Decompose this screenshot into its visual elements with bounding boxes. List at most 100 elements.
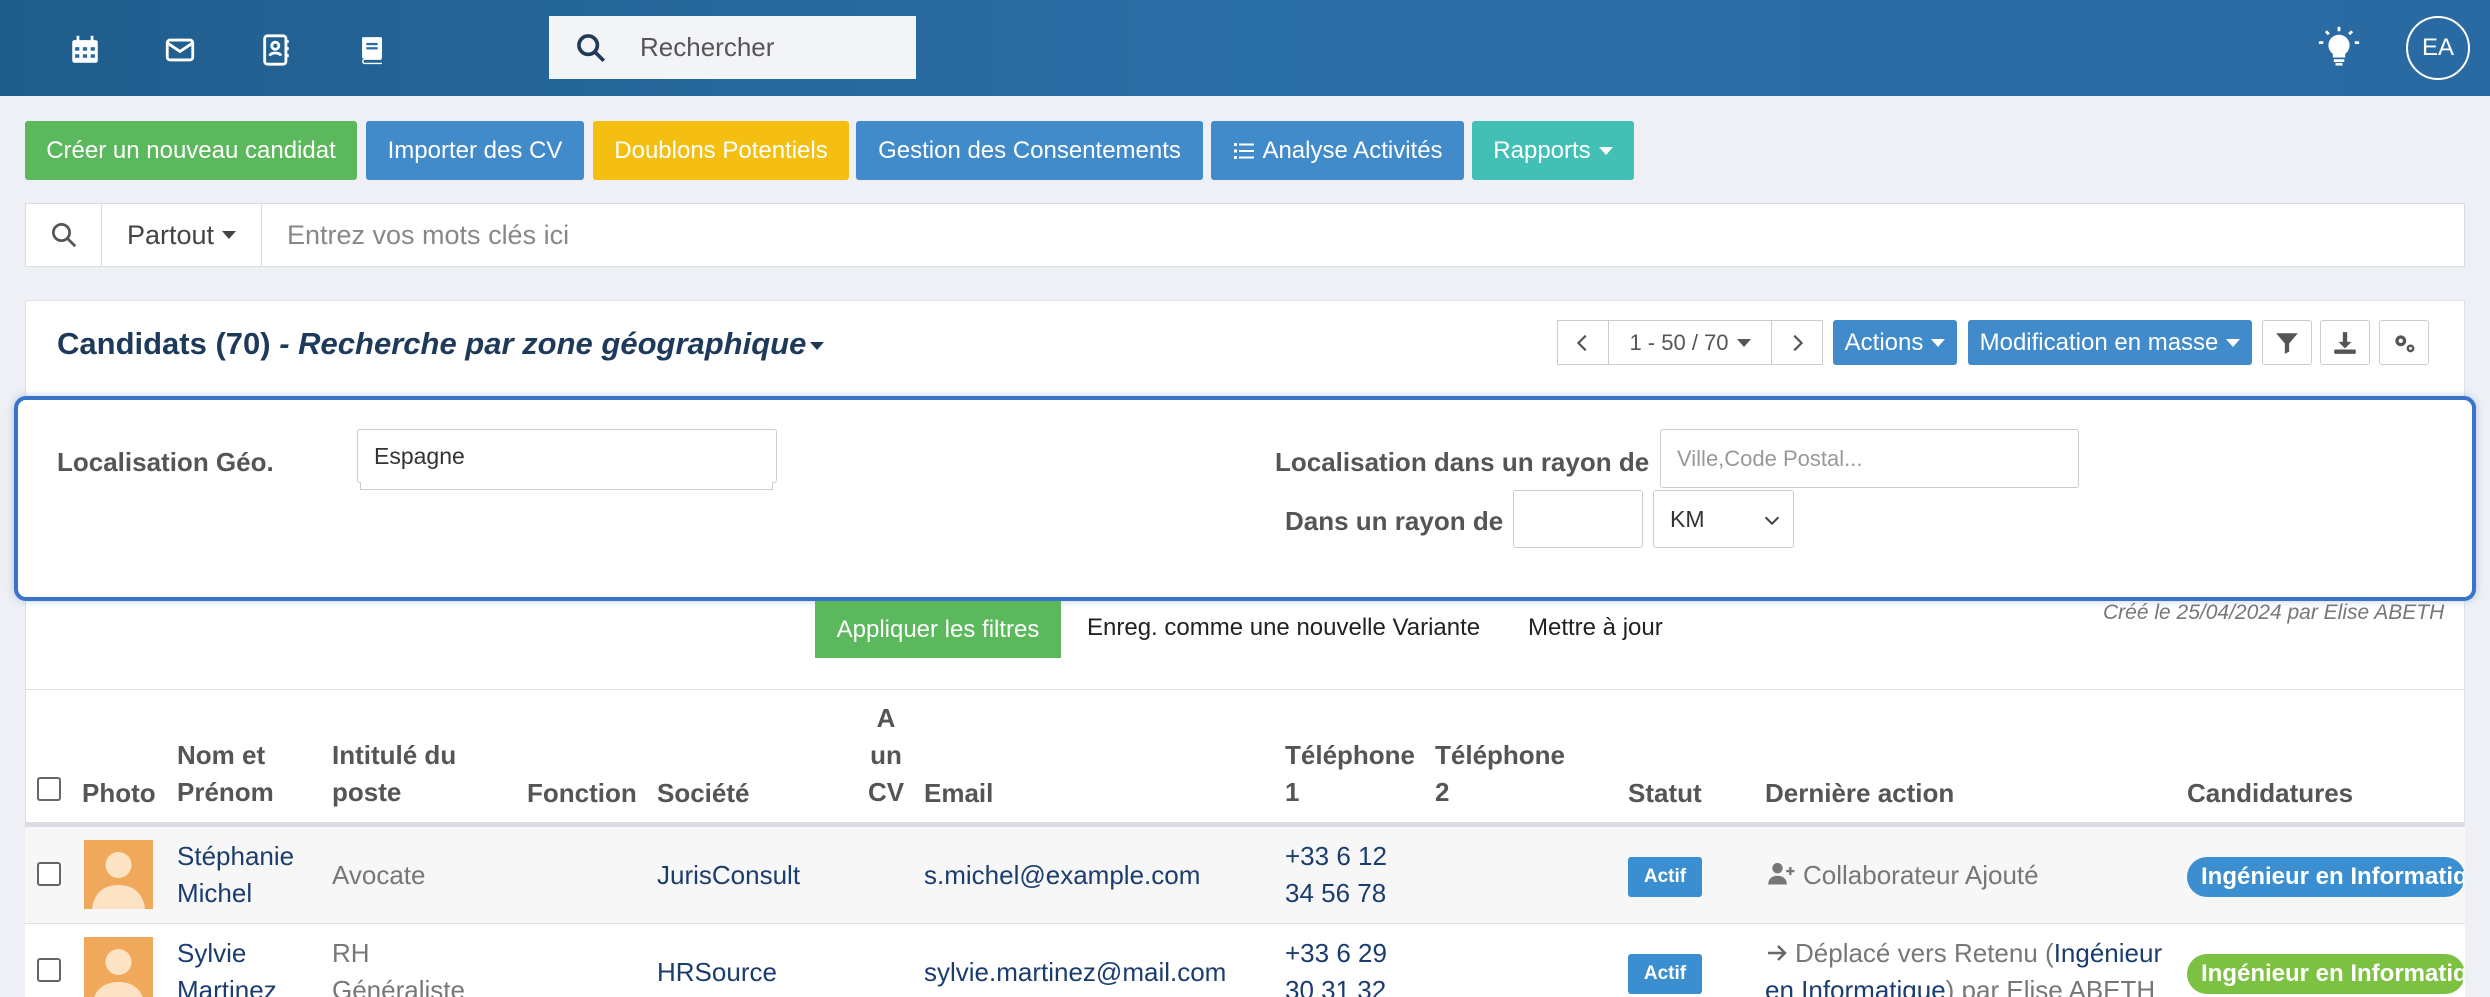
col-phone-2-line1: Téléphone: [1435, 740, 1566, 770]
chevron-down-icon[interactable]: [810, 341, 825, 350]
filter-button[interactable]: [2262, 320, 2312, 365]
company-link[interactable]: HRSource: [657, 954, 777, 991]
phone-1-line2: 34 56 78: [1285, 878, 1387, 908]
last-action-text: Collaborateur Ajouté: [1803, 860, 2039, 890]
reports-dropdown[interactable]: Rapports: [1472, 121, 1634, 180]
col-phone-1[interactable]: Téléphone 1: [1285, 737, 1415, 811]
job-title: Avocate: [332, 860, 426, 890]
user-avatar[interactable]: EA: [2406, 16, 2470, 80]
email-link[interactable]: s.michel@example.com: [924, 857, 1200, 894]
arrow-right-icon: [1768, 945, 1787, 961]
calendar-icon[interactable]: [65, 30, 105, 70]
row-checkbox[interactable]: [37, 862, 61, 886]
radius-value-input[interactable]: [1513, 490, 1643, 548]
search-icon: [51, 223, 76, 248]
radius-location-input[interactable]: Ville,Code Postal...: [1660, 429, 2079, 488]
contacts-icon[interactable]: [256, 30, 296, 70]
bulk-edit-dropdown[interactable]: Modification en masse: [1968, 320, 2252, 365]
list-icon: [1234, 142, 1255, 159]
import-cv-button[interactable]: Importer des CV: [366, 121, 584, 180]
job-title-line1: RH: [332, 938, 370, 968]
col-applications[interactable]: Candidatures: [2187, 775, 2353, 812]
candidate-name[interactable]: Stéphanie Michel: [177, 838, 294, 912]
keyword-search-bar: Partout Entrez vos mots clés ici: [25, 203, 2465, 267]
last-action: Collaborateur Ajouté: [1765, 857, 2039, 894]
col-company[interactable]: Société: [657, 775, 750, 812]
col-has-cv-line3: CV: [867, 777, 905, 807]
reports-label: Rapports: [1493, 136, 1591, 164]
candidates-count-title: Candidats (70): [57, 326, 271, 361]
book-icon[interactable]: [352, 30, 392, 70]
chevron-down-icon: [222, 231, 237, 239]
candidate-last-name: Michel: [177, 878, 253, 908]
col-has-cv-line2: un: [870, 740, 902, 770]
email-link[interactable]: sylvie.martinez@mail.com: [924, 954, 1226, 991]
col-job-title-line1: Intitulé du: [332, 740, 457, 770]
next-page-button[interactable]: [1771, 320, 1823, 365]
status-badge: Actif: [1628, 857, 1702, 897]
col-last-action[interactable]: Dernière action: [1765, 775, 1954, 812]
activity-analysis-button[interactable]: Analyse Activités: [1211, 121, 1464, 180]
geo-location-value: Espagne: [374, 442, 465, 469]
row-checkbox[interactable]: [37, 958, 61, 982]
phone-1[interactable]: +33 6 12 34 56 78: [1285, 838, 1387, 912]
phone-1-line1: +33 6 12: [1285, 841, 1387, 871]
pagination-dropdown[interactable]: 1 - 50 / 70: [1608, 320, 1772, 365]
geo-location-suggestions: [360, 482, 773, 490]
last-action-job-link[interactable]: Ingénieur: [2054, 938, 2162, 968]
mail-icon[interactable]: [160, 30, 200, 70]
radius-location-placeholder: Ville,Code Postal...: [1677, 445, 1863, 471]
global-search[interactable]: Rechercher: [549, 16, 916, 79]
select-all-checkbox[interactable]: [37, 777, 61, 801]
duplicates-button[interactable]: Doublons Potentiels: [593, 121, 849, 180]
update-link[interactable]: Mettre à jour: [1528, 614, 1663, 642]
chevron-down-icon: [2226, 338, 2241, 347]
application-pill[interactable]: Ingénieur en Informatique: [2187, 954, 2465, 994]
col-name-line1: Nom et: [177, 740, 266, 770]
col-status[interactable]: Statut: [1628, 775, 1702, 812]
col-has-cv[interactable]: A un CV: [866, 700, 906, 811]
page-title: Candidats (70) - Recherche par zone géog…: [57, 326, 825, 362]
keyword-input[interactable]: Entrez vos mots clés ici: [287, 220, 569, 251]
search-icon: [577, 33, 606, 62]
apply-filters-button[interactable]: Appliquer les filtres: [815, 601, 1061, 658]
job-title-line2: Généraliste: [332, 975, 465, 997]
variant-selector[interactable]: - Recherche par zone géographique: [279, 326, 806, 361]
radius-unit-value: KM: [1670, 505, 1705, 532]
chevron-down-icon: [1736, 338, 1751, 347]
radius-unit-select[interactable]: KM: [1653, 490, 1794, 548]
col-function[interactable]: Fonction: [527, 775, 637, 812]
phone-1-line2: 30 31 32: [1285, 975, 1387, 997]
export-button[interactable]: [2320, 320, 2370, 365]
col-job-title[interactable]: Intitulé du poste: [332, 737, 456, 811]
prev-page-button[interactable]: [1557, 320, 1609, 365]
candidate-name[interactable]: Sylvie Martinez: [177, 935, 277, 997]
company-link[interactable]: JurisConsult: [657, 857, 800, 894]
save-variant-link[interactable]: Enreg. comme une nouvelle Variante: [1087, 614, 1480, 642]
search-scope-dropdown[interactable]: Partout: [102, 204, 262, 266]
col-name[interactable]: Nom et Prénom: [177, 737, 274, 811]
col-phone-2[interactable]: Téléphone 2: [1435, 737, 1565, 811]
status-badge: Actif: [1628, 954, 1702, 994]
chevron-down-icon: [1931, 338, 1946, 347]
keyword-search-button[interactable]: [26, 204, 102, 266]
phone-1[interactable]: +33 6 29 30 31 32: [1285, 935, 1387, 997]
consents-button[interactable]: Gestion des Consentements: [856, 121, 1203, 180]
global-search-placeholder: Rechercher: [640, 32, 775, 62]
geo-location-input[interactable]: Espagne: [357, 429, 777, 483]
col-phone-1-line1: Téléphone: [1285, 740, 1416, 770]
activity-analysis-label: Analyse Activités: [1262, 136, 1443, 164]
lightbulb-icon[interactable]: [2318, 26, 2360, 68]
application-pill[interactable]: Ingénieur en Informatique: [2187, 857, 2465, 897]
column-settings-button[interactable]: [2379, 320, 2429, 365]
col-email[interactable]: Email: [924, 775, 993, 812]
create-candidate-button[interactable]: Créer un nouveau candidat: [25, 121, 357, 180]
bulk-edit-label: Modification en masse: [1979, 328, 2219, 356]
actions-dropdown[interactable]: Actions: [1833, 320, 1957, 365]
geo-location-label: Localisation Géo.: [57, 447, 274, 477]
col-photo: Photo: [82, 778, 156, 808]
col-job-title-line2: poste: [332, 777, 402, 807]
phone-1-line1: +33 6 29: [1285, 938, 1387, 968]
avatar: [84, 937, 153, 997]
last-action-job-link-cont[interactable]: en Informatique: [1765, 975, 1946, 997]
